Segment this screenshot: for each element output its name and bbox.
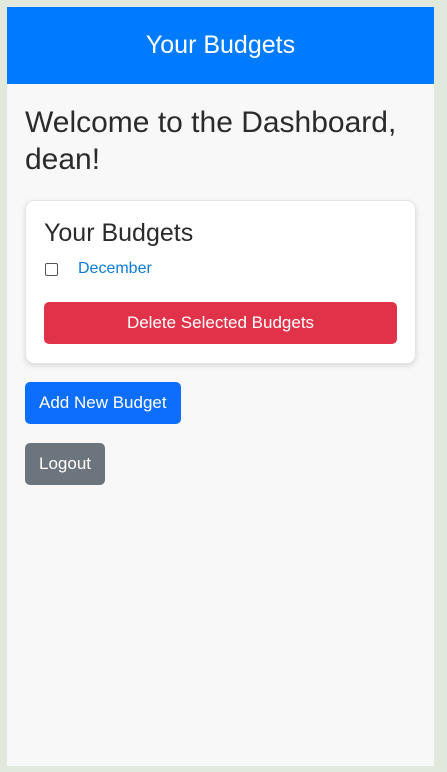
list-item: December [44, 260, 397, 278]
budget-checkbox[interactable] [45, 262, 58, 276]
welcome-heading: Welcome to the Dashboard, dean! [25, 106, 397, 176]
header-title: Your Budgets [145, 31, 296, 59]
budgets-card: Your Budgets December Delete Selected Bu… [25, 200, 416, 364]
app-header: Your Budgets [7, 7, 434, 84]
main-content: Welcome to the Dashboard, dean! Your Bud… [7, 104, 434, 485]
add-budget-button[interactable]: Add New Budget [25, 382, 181, 424]
card-title: Your Budgets [44, 219, 194, 247]
logout-button[interactable]: Logout [25, 443, 105, 485]
budget-link[interactable]: December [78, 260, 152, 278]
delete-selected-button[interactable]: Delete Selected Budgets [44, 302, 397, 344]
app-frame: Your Budgets Welcome to the Dashboard, d… [7, 7, 434, 766]
